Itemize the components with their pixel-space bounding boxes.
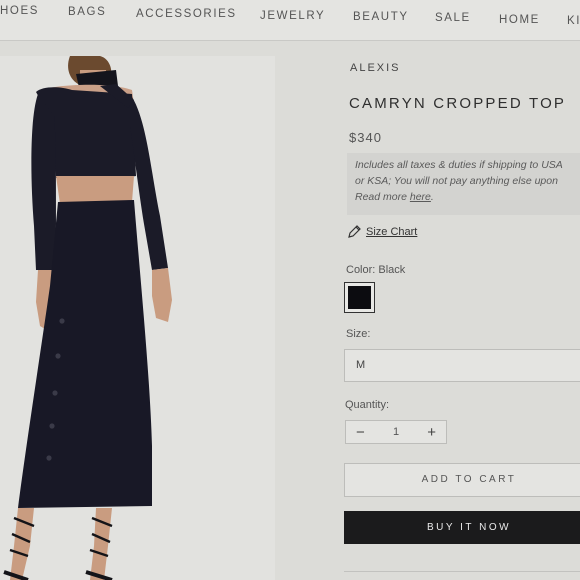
notice-line-3: Read more here. (355, 189, 580, 205)
top-navigation: HOES BAGS ACCESSORIES JEWELRY BEAUTY SAL… (0, 0, 580, 41)
product-brand[interactable]: ALEXIS (350, 62, 401, 74)
quantity-stepper: − 1 + (345, 420, 447, 444)
size-select[interactable]: M (344, 349, 580, 382)
product-price: $340 (349, 130, 382, 145)
color-swatch-black[interactable] (344, 282, 375, 313)
notice-end: . (430, 191, 434, 203)
quantity-plus-button[interactable]: + (427, 425, 436, 440)
product-title: CAMRYN CROPPED TOP (349, 95, 567, 112)
nav-item-beauty[interactable]: BEAUTY (353, 11, 409, 23)
swatch-fill (348, 286, 371, 309)
notice-read-more: Read more (355, 191, 407, 203)
add-to-cart-button[interactable]: ADD TO CART (344, 463, 580, 497)
color-label: Color: Black (346, 264, 406, 276)
nav-item-home[interactable]: HOME (499, 14, 540, 26)
quantity-value[interactable]: 1 (393, 426, 399, 438)
nav-item-bags[interactable]: BAGS (68, 6, 106, 18)
size-label: Size: (346, 328, 371, 340)
size-chart-label: Size Chart (366, 225, 418, 238)
quantity-label: Quantity: (345, 399, 390, 411)
notice-line-2: or KSA; You will not pay anything else u… (355, 175, 558, 187)
notice-here-link[interactable]: here (410, 191, 431, 203)
buy-it-now-button[interactable]: BUY IT NOW (344, 511, 580, 544)
tax-notice: Includes all taxes & duties if shipping … (347, 153, 580, 215)
divider (344, 571, 580, 572)
pencil-ruler-icon (348, 225, 361, 238)
nav-item-sale[interactable]: SALE (435, 12, 471, 24)
notice-line-1: Includes all taxes & duties if shipping … (355, 159, 563, 171)
nav-item-accessories[interactable]: ACCESSORIES (136, 8, 237, 20)
nav-item-shoes[interactable]: HOES (0, 5, 39, 17)
nav-item-kids[interactable]: KI (567, 15, 580, 27)
size-chart-link[interactable]: Size Chart (347, 224, 417, 239)
quantity-minus-button[interactable]: − (356, 425, 365, 440)
model-photo (3, 56, 172, 580)
nav-item-jewelry[interactable]: JEWELRY (260, 10, 325, 22)
product-image[interactable] (0, 56, 275, 580)
